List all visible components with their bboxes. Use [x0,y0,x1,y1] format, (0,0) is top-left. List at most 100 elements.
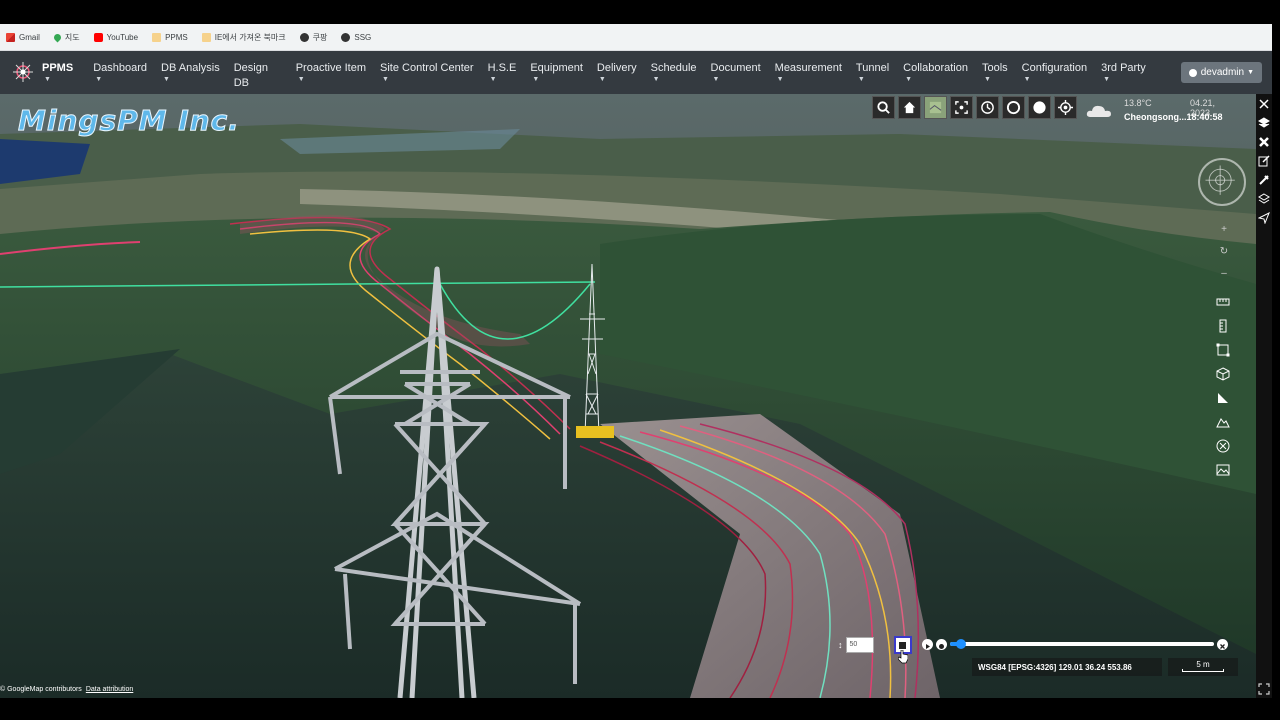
chevron-down-icon: ▼ [532,76,540,83]
close-timeline-button[interactable] [1217,638,1228,650]
nav-item-proactive-item[interactable]: Proactive Item ▼ [296,61,366,84]
map-layer-icon [929,101,942,114]
nav-item-3rd-party[interactable]: 3rd Party ▼ [1101,61,1146,84]
ruler-button[interactable] [1212,292,1234,311]
bookmark-youtube[interactable]: YouTube [93,32,138,42]
circle-button[interactable] [1002,96,1025,119]
tools-icon[interactable] [1258,136,1270,148]
area-icon [1216,343,1230,356]
chevron-down-icon: ▼ [776,76,784,83]
focus-icon [955,101,968,114]
nav-item-tunnel[interactable]: Tunnel ▼ [856,61,889,84]
terrain-icon [1216,464,1230,475]
nav-item-design-db[interactable]: Design DB [234,61,282,91]
nav-item-db-analysis[interactable]: DB Analysis ▼ [161,61,220,84]
timeline-slider[interactable] [950,639,1214,649]
bookmark-gmail[interactable]: Gmail [6,32,40,42]
data-attribution-link[interactable]: Data attribution [86,686,133,693]
right-side-panel [1256,94,1272,698]
area-button[interactable] [1212,340,1234,359]
chevron-down-icon: ▼ [652,76,660,83]
clear-button[interactable] [1212,436,1234,455]
ruler-icon [1216,298,1230,305]
focus-button[interactable] [950,96,973,119]
measure-vertical-icon [1219,319,1227,332]
close-icon [1220,643,1225,649]
map-layer-button[interactable] [924,96,947,119]
compass-control[interactable] [1198,158,1246,206]
fullscreen-icon[interactable] [1258,683,1270,695]
nav-item-label: Collaboration [903,62,968,74]
nav-item-configuration[interactable]: Configuration ▼ [1022,61,1087,84]
app-logo-icon[interactable] [12,61,34,83]
nav-item-site-control-center[interactable]: Site Control Center ▼ [380,61,474,84]
draw-icon[interactable] [1258,174,1270,186]
measure-vertical-button[interactable] [1212,316,1234,335]
zoom-in-button[interactable]: + [1221,224,1227,235]
history-button[interactable] [976,96,999,119]
nav-item-collaboration[interactable]: Collaboration ▼ [903,61,968,84]
navigate-icon[interactable] [1258,212,1270,224]
bookmark-coupang[interactable]: 쿠팡 [299,32,327,43]
chevron-down-icon: ▼ [489,76,497,83]
search-button[interactable] [872,96,895,119]
sphere-icon [1033,101,1046,114]
stop-icon [899,641,906,649]
profile-button[interactable] [1212,412,1234,431]
nav-item-measurement[interactable]: Measurement ▼ [775,61,842,84]
nav-item-label: Document [710,62,761,74]
nav-item-label: Tools [981,62,1008,74]
nav-item-dashboard[interactable]: Dashboard ▼ [93,61,147,84]
weather-location-time: Cheongsong...18:40:58 [1124,112,1223,122]
history-icon [981,101,994,114]
play-button[interactable] [922,638,933,650]
map-attribution: © GoogleMap contributors Data attribution [0,686,133,693]
bookmark-map[interactable]: 지도 [52,32,80,43]
bookmarks-bar: Gmail 지도 YouTube PPMS IE에서 가져온 북마크 쿠팡 SS… [0,24,1272,51]
nav-item-delivery[interactable]: Delivery ▼ [597,61,637,84]
clear-icon [1216,439,1230,452]
nav-brand-label: PPMS [42,62,74,74]
layers-icon[interactable] [1258,117,1270,129]
user-icon [1188,68,1197,77]
measure-toolbar [1212,292,1236,479]
reset-view-button[interactable]: ↻ [1220,246,1228,257]
close-icon[interactable] [1258,98,1270,110]
angle-button[interactable] [1212,388,1234,407]
compass-icon [1205,165,1235,195]
bookmark-ie-imported[interactable]: IE에서 가져온 북마크 [201,32,286,43]
nav-item-label: Proactive Item [295,62,367,74]
chevron-down-icon: ▼ [1103,76,1111,83]
scale-line [1182,669,1224,672]
zoom-out-button[interactable]: – [1221,268,1227,279]
map-3d-viewport[interactable]: MingsPM Inc. 13.8°C 04.21, 2023 Cheongso… [0,94,1256,698]
cloud-icon [1086,105,1111,117]
cube-button[interactable] [1212,364,1234,383]
stack-icon[interactable] [1258,193,1270,205]
chevron-down-icon: ▼ [1023,76,1031,83]
chevron-down-icon: ▼ [95,76,103,83]
nav-item-hse[interactable]: H.S.E ▼ [488,61,517,84]
globe-icon [341,32,351,42]
nav-item-tools[interactable]: Tools ▼ [982,61,1008,84]
edit-icon[interactable] [1258,155,1270,167]
nav-item-schedule[interactable]: Schedule ▼ [651,61,697,84]
bookmark-ssg[interactable]: SSG [341,32,371,42]
timeline-control [922,637,1228,651]
user-menu-button[interactable]: devadmin ▼ [1180,62,1262,83]
nav-item-equipment[interactable]: Equipment ▼ [530,61,583,84]
timeline-handle[interactable] [955,639,966,649]
height-input[interactable]: 50 [845,637,874,653]
record-button[interactable] [936,638,947,650]
bookmark-ppms[interactable]: PPMS [152,32,188,42]
zoom-control: + ↻ – [1214,224,1234,279]
terrain-button[interactable] [1212,460,1234,479]
circle-icon [1006,100,1021,115]
nav-item-label: DB Analysis [161,62,220,74]
nav-brand-ppms[interactable]: PPMS ▼ [42,61,73,84]
nav-item-document[interactable]: Document ▼ [711,61,761,84]
weather-temperature: 13.8°C [1124,98,1152,108]
home-button[interactable] [898,96,921,119]
sphere-button[interactable] [1028,96,1051,119]
locate-button[interactable] [1054,96,1077,119]
